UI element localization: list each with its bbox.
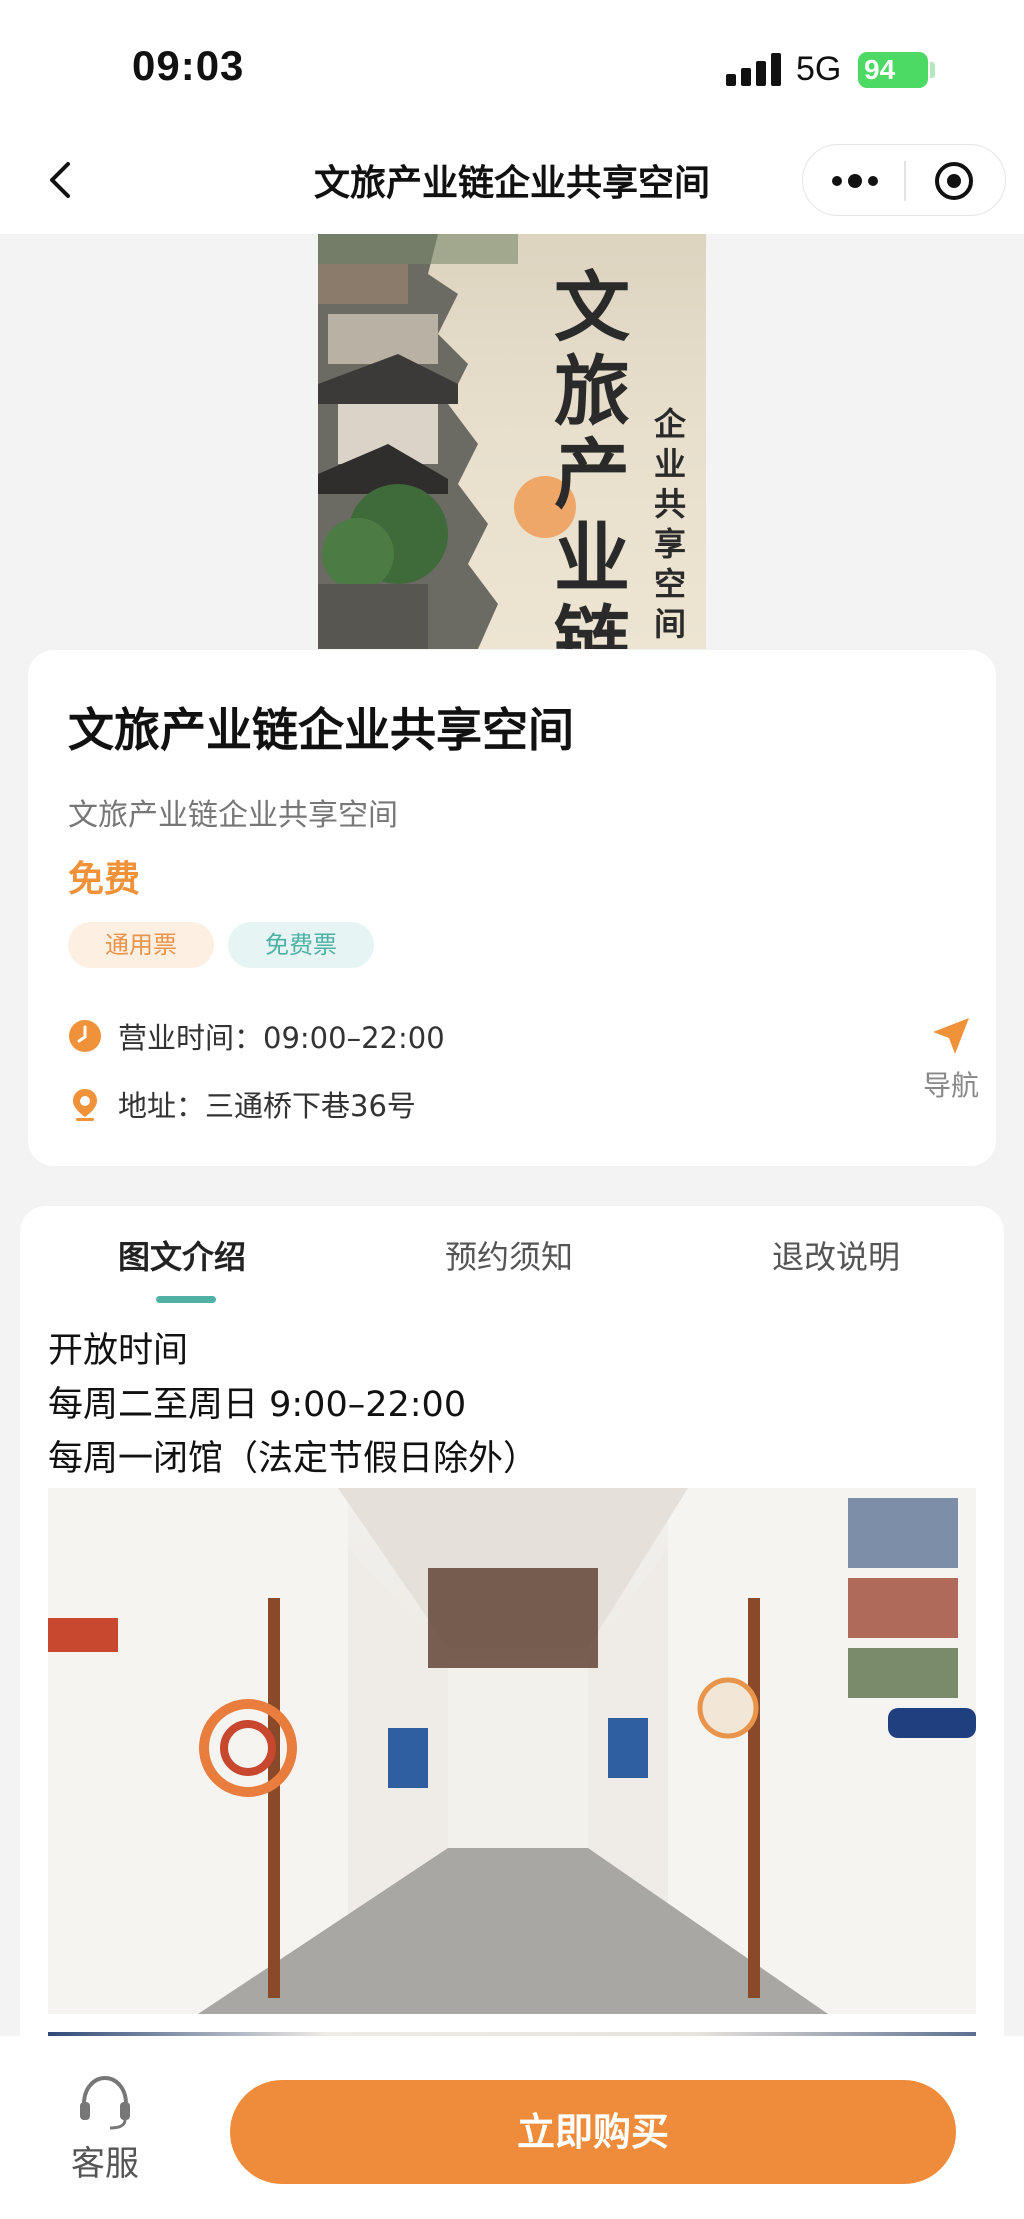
hero-main-char: 业: [554, 513, 630, 603]
capsule-divider: [904, 161, 906, 201]
hero-main-text: 文 旅 产 业 链: [554, 266, 644, 649]
headset-icon: [80, 2075, 130, 2130]
hero-sub-char: 空: [654, 565, 687, 603]
description-line: 每周一闭馆（法定节假日除外）: [48, 1439, 539, 1479]
bottom-action-bar: 客服 立即购买: [0, 2036, 1024, 2219]
hero-sub-char: 间: [654, 605, 687, 643]
location-pin-icon: [73, 1089, 97, 1121]
battery-icon: 94: [858, 52, 928, 88]
venue-info-card: 文旅产业链企业共享空间 文旅产业链企业共享空间 免费 通用票 免费票 营业时间：…: [28, 650, 996, 1166]
tab-intro[interactable]: 图文介绍: [118, 1232, 246, 1278]
active-tab-indicator: [156, 1296, 216, 1303]
hero-poster-image: 文 旅 产 业 链 企 业 共 享 空 间: [318, 234, 706, 649]
nav-bar: 文旅产业链企业共享空间: [0, 130, 1024, 234]
opening-hours-row: 营业时间：09:00–22:00: [68, 1014, 445, 1058]
exhibition-hall-photo: [48, 1488, 976, 2014]
tag-free-ticket: 免费票: [228, 922, 374, 968]
mini-program-capsule: [802, 144, 1006, 216]
address-row: 地址：三通桥下巷36号: [68, 1082, 416, 1126]
hero-main-char: 链: [554, 597, 630, 649]
more-dots-icon[interactable]: [825, 163, 885, 199]
hero-sub-char: 企: [654, 405, 687, 443]
status-time: 09:03: [132, 42, 245, 89]
target-close-icon[interactable]: [933, 160, 975, 202]
hero-sub-char: 业: [654, 445, 687, 483]
signal-icon: [726, 52, 786, 86]
hero-main-char: 旅: [554, 346, 630, 436]
navigate-button[interactable]: 导航: [916, 1014, 986, 1114]
hero-sub-text: 企 业 共 享 空 间: [654, 404, 694, 644]
navigate-label: 导航: [922, 1069, 979, 1102]
hero-town-photo: [318, 234, 518, 649]
opening-hours-text: 营业时间：09:00–22:00: [118, 1021, 445, 1055]
hero-sub-char: 享: [654, 525, 687, 563]
venue-subtitle: 文旅产业链企业共享空间: [68, 798, 398, 833]
clock-icon: [69, 1020, 101, 1052]
hero-sub-char: 共: [654, 485, 687, 523]
hero-main-char: 产: [554, 430, 630, 520]
battery-tip: [930, 62, 935, 78]
intro-description: 开放时间 每周二至周日 9:00–22:00 每周一闭馆（法定节假日除外）: [48, 1324, 988, 1486]
tag-general-ticket: 通用票: [68, 922, 214, 968]
status-bar: 09:03 5G 94: [0, 0, 1024, 130]
tab-refund-policy[interactable]: 退改说明: [772, 1232, 900, 1278]
description-line: 开放时间: [48, 1331, 189, 1371]
venue-title: 文旅产业链企业共享空间: [68, 703, 574, 757]
detail-tabs: 图文介绍 预约须知 退改说明: [20, 1206, 1004, 1316]
hero-main-char: 文: [554, 263, 630, 352]
navigation-arrow-icon: [933, 1018, 969, 1054]
description-line: 每周二至周日 9:00–22:00: [48, 1385, 467, 1425]
customer-service-label: 客服: [71, 2144, 139, 2184]
customer-service-button[interactable]: 客服: [60, 2070, 150, 2185]
address-text: 地址：三通桥下巷36号: [118, 1089, 416, 1123]
exhibition-hall-illustration: [48, 1488, 976, 2014]
battery-level: 94: [864, 54, 896, 85]
network-label: 5G: [796, 50, 842, 88]
buy-now-button[interactable]: 立即购买: [230, 2080, 956, 2184]
tab-booking-notice[interactable]: 预约须知: [445, 1232, 573, 1278]
price-label: 免费: [68, 859, 141, 900]
